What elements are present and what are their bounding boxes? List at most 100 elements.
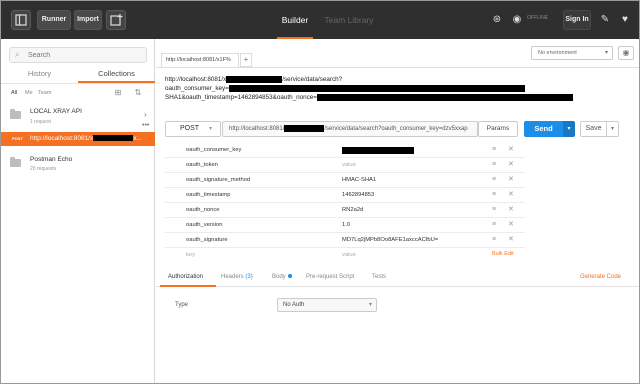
folder-icon xyxy=(10,109,21,119)
new-param-value-field[interactable]: value xyxy=(342,252,356,258)
tab-authorization[interactable]: Authorization xyxy=(168,274,203,280)
folder-icon xyxy=(10,157,21,167)
drag-handle-icon[interactable]: ≡ xyxy=(492,176,496,184)
new-window-icon[interactable] xyxy=(106,10,126,30)
url-line-3-prefix: SHA1&oauth_timestamp=1462894853&oauth_no… xyxy=(165,94,317,102)
param-value-field[interactable]: 1.0 xyxy=(342,222,350,228)
body-indicator-dot xyxy=(287,274,292,279)
tab-history[interactable]: History xyxy=(1,67,78,83)
notifications-heart-icon[interactable]: ♥ xyxy=(619,14,631,26)
param-key-field[interactable]: oauth_signature xyxy=(186,237,228,243)
bulk-edit-link[interactable]: Bulk Edit xyxy=(492,251,514,257)
tab-builder[interactable]: Builder xyxy=(271,1,319,39)
drag-handle-icon[interactable]: ≡ xyxy=(492,206,496,214)
sidebar-toggle-icon[interactable] xyxy=(11,10,31,30)
param-value-field[interactable]: value xyxy=(342,162,356,168)
tab-collections[interactable]: Collections xyxy=(78,67,155,83)
param-key-field[interactable]: oauth_version xyxy=(186,222,222,228)
request-method-badge: POST xyxy=(12,136,23,141)
delete-param-icon[interactable]: ✕ xyxy=(508,175,514,183)
top-bar: Runner Import Builder Team Library ⊛ ◉ O… xyxy=(1,1,639,39)
param-value-field[interactable]: HMAC-SHA1 xyxy=(342,177,376,183)
generate-code-link[interactable]: Generate Code xyxy=(580,274,621,280)
import-button[interactable]: Import xyxy=(74,10,102,30)
more-options-icon[interactable]: ••• xyxy=(142,122,149,129)
delete-param-icon[interactable]: ✕ xyxy=(508,220,514,228)
param-value-field[interactable]: MD7Lq2jMPb8Oo8AFE1axccACfbU= xyxy=(342,237,438,243)
param-row: oauth_timestamp 1462894853 ≡ ✕ xyxy=(165,188,525,203)
interceptor-icon[interactable]: ⊛ xyxy=(491,14,503,26)
active-request-item[interactable]: POST http://localhost:8081/x x... xyxy=(1,132,155,146)
sort-icon[interactable]: ⇅ xyxy=(133,88,143,98)
param-row: oauth_signature MD7Lq2jMPb8Oo8AFE1axccAC… xyxy=(165,233,525,248)
search-box[interactable]: ⌕ xyxy=(9,47,147,63)
send-options-chevron-icon[interactable]: ▾ xyxy=(563,121,575,137)
active-tab-indicator xyxy=(160,285,216,287)
param-key-field[interactable]: oauth_consumer_key xyxy=(186,147,241,153)
redaction-bar xyxy=(226,76,283,83)
filter-all[interactable]: All xyxy=(11,90,17,96)
delete-param-icon[interactable]: ✕ xyxy=(508,235,514,243)
new-param-row: key value Bulk Edit xyxy=(165,248,525,263)
drag-handle-icon[interactable]: ≡ xyxy=(492,221,496,229)
drag-handle-icon[interactable]: ≡ xyxy=(492,236,496,244)
url-line-2-prefix: oauth_consumer_key= xyxy=(165,85,229,93)
collection-item-local-xray-api[interactable]: LOCAL XRAY API 1 request › ••• xyxy=(1,103,155,133)
tab-team-library[interactable]: Team Library xyxy=(319,1,379,39)
param-key-field[interactable]: oauth_timestamp xyxy=(186,192,230,198)
param-row: oauth_nonce RN2a2d ≡ ✕ xyxy=(165,203,525,218)
settings-wrench-icon[interactable]: ✎ xyxy=(599,14,611,26)
tab-headers[interactable]: Headers (3) xyxy=(221,274,253,280)
auth-type-select[interactable]: No Auth ▾ xyxy=(277,298,377,312)
params-button[interactable]: Params xyxy=(478,121,518,137)
collection-request-count: 20 requests xyxy=(30,166,57,172)
redaction-bar xyxy=(342,147,414,154)
runner-button[interactable]: Runner xyxy=(37,10,71,30)
param-value-field[interactable]: RN2a2d xyxy=(342,207,363,213)
signin-button[interactable]: Sign In xyxy=(563,10,591,30)
redaction-bar xyxy=(316,94,573,101)
save-options-chevron-icon[interactable]: ▾ xyxy=(607,121,619,137)
drag-handle-icon[interactable]: ≡ xyxy=(492,161,496,169)
delete-param-icon[interactable]: ✕ xyxy=(508,145,514,153)
param-value-field[interactable] xyxy=(342,147,414,154)
search-input[interactable] xyxy=(28,50,138,60)
tabs-divider xyxy=(156,67,639,68)
drag-handle-icon[interactable]: ≡ xyxy=(492,146,496,154)
filter-me[interactable]: Me xyxy=(25,90,33,96)
delete-param-icon[interactable]: ✕ xyxy=(508,160,514,168)
url-preview: http://localhost:8081/x/service/data/sea… xyxy=(165,76,635,106)
url-input[interactable]: http://localhost:8081//service/data/sear… xyxy=(222,121,478,137)
filter-team[interactable]: Team xyxy=(38,90,51,96)
param-value-field[interactable]: 1462894853 xyxy=(342,192,374,198)
eye-icon[interactable]: ◉ xyxy=(618,46,634,60)
environment-select[interactable]: No environment ▾ xyxy=(531,46,613,60)
method-select[interactable]: POST ▾ xyxy=(165,121,221,137)
param-row: oauth_signature_method HMAC-SHA1 ≡ ✕ xyxy=(165,173,525,188)
new-collection-icon[interactable]: ⊞ xyxy=(113,88,123,98)
param-key-field[interactable]: oauth_signature_method xyxy=(186,177,250,183)
chevron-down-icon: ▾ xyxy=(368,302,372,308)
sidebar: ⌕ History Collections All Me Team ⊞ ⇅ LO… xyxy=(1,39,155,383)
param-row: oauth_version 1.0 ≡ ✕ xyxy=(165,218,525,233)
drag-handle-icon[interactable]: ≡ xyxy=(492,191,496,199)
sync-icon[interactable]: ◉ xyxy=(511,14,523,26)
collection-item-postman-echo[interactable]: Postman Echo 20 requests xyxy=(1,151,155,181)
auth-type-label: Type xyxy=(175,302,189,308)
delete-param-icon[interactable]: ✕ xyxy=(508,190,514,198)
add-tab-button[interactable]: + xyxy=(240,53,252,67)
chevron-right-icon[interactable]: › xyxy=(144,110,147,119)
tab-pre-request-script[interactable]: Pre-request Script xyxy=(306,274,354,280)
collection-name: Postman Echo xyxy=(30,156,73,163)
param-key-field[interactable]: oauth_nonce xyxy=(186,207,220,213)
request-tab[interactable]: http://localhost:8081/x1F% xyxy=(161,53,239,67)
send-button[interactable]: Send xyxy=(524,121,563,137)
postman-window: Runner Import Builder Team Library ⊛ ◉ O… xyxy=(0,0,640,384)
request-url-label: http://localhost:8081/x x... xyxy=(30,135,142,142)
tab-body[interactable]: Body xyxy=(272,274,292,280)
save-button[interactable]: Save xyxy=(580,121,607,137)
new-param-key-field[interactable]: key xyxy=(186,252,195,258)
param-key-field[interactable]: oauth_token xyxy=(186,162,218,168)
delete-param-icon[interactable]: ✕ xyxy=(508,205,514,213)
tab-tests[interactable]: Tests xyxy=(372,274,386,280)
